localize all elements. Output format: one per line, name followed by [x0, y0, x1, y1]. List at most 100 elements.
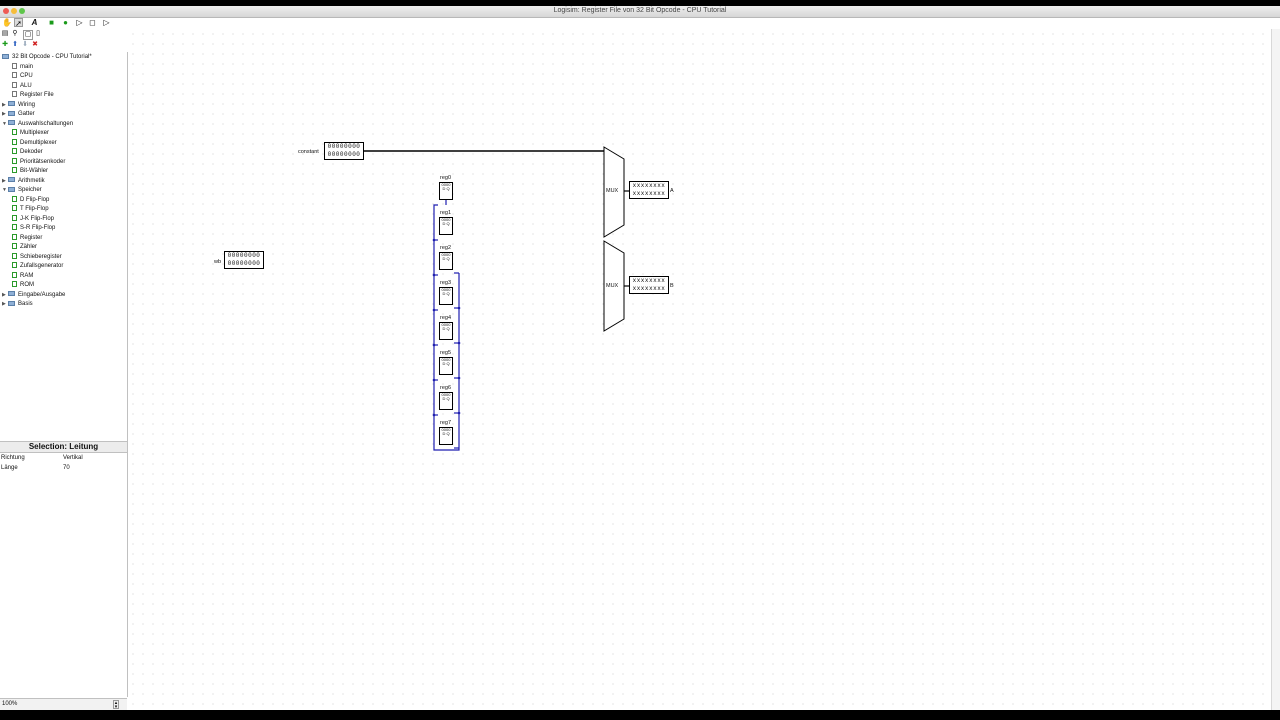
explorer-tree-icon[interactable]: ⚲ [11, 30, 19, 38]
register-component[interactable]: 0000 D Q [439, 287, 453, 305]
tree-item[interactable]: ROM [12, 281, 34, 290]
wb-label: wb [214, 259, 222, 265]
poke-hand-icon[interactable]: ✋ [2, 18, 12, 27]
canvas-vertical-scrollbar[interactable] [1271, 29, 1280, 710]
register-component[interactable]: 0000 D Q [439, 357, 453, 375]
tree-item[interactable]: ▶ Basis [2, 300, 33, 309]
output-a-pin[interactable]: xxxxxxxx xxxxxxxx [629, 181, 669, 199]
component-icon [12, 243, 17, 250]
window-title: Logisim: Register File von 32 Bit Opcode… [553, 7, 727, 14]
component-icon [12, 129, 17, 136]
tree-item[interactable]: ▶ Arithmetik [2, 177, 45, 186]
tree-item[interactable]: ▼ Speicher [2, 186, 42, 195]
component-icon [12, 224, 17, 231]
tree-item-label: Auswahlschaltungen [18, 120, 74, 127]
tree-item-label: J-K Flip-Flop [20, 215, 55, 222]
constant-pin-bits-low: 00000000 [327, 151, 361, 158]
tree-item-label: Dekoder [20, 149, 43, 155]
constant-pin[interactable]: 00000000 00000000 [324, 142, 364, 160]
input-pin-icon[interactable]: ■ [47, 18, 56, 27]
text-tool-icon[interactable]: A [30, 18, 39, 27]
register-component[interactable]: 0000 D Q [439, 427, 453, 445]
register-label: reg4 [440, 315, 452, 321]
circuit-canvas[interactable]: constant 00000000 00000000 wb 00000000 0… [128, 29, 1280, 710]
register-component[interactable]: 0000 D Q [439, 252, 453, 270]
tree-item[interactable]: S-R Flip-Flop [12, 224, 55, 233]
wb-pin[interactable]: 00000000 00000000 [224, 251, 264, 269]
tree-item[interactable]: ▶ Wiring [2, 101, 35, 110]
tree-item[interactable]: Register File [12, 91, 54, 100]
tree-item[interactable]: ▶ Eingabe/Ausgabe [2, 291, 65, 300]
property-row-direction[interactable]: Richtung Vertikal [0, 454, 127, 463]
mux-b-label: MUX [606, 283, 619, 289]
tree-item[interactable]: CPU [12, 72, 33, 81]
tree-item[interactable]: RAM [12, 271, 33, 281]
tree-item[interactable]: D Flip-Flop [12, 195, 50, 205]
property-row-length[interactable]: Länge 70 [0, 464, 127, 473]
register-component[interactable]: 0000 D Q [439, 392, 453, 410]
tree-item[interactable]: ▶ Gatter [2, 110, 35, 119]
tree-item[interactable]: T Flip-Flop [12, 205, 49, 214]
constant-pin-bits-high: 00000000 [327, 143, 361, 150]
tree-item-label: D Flip-Flop [20, 196, 50, 203]
tree-item[interactable]: Zufallsgenerator [12, 262, 63, 271]
tree-item[interactable]: ALU [12, 81, 32, 91]
select-arrow-icon[interactable]: ➚ [14, 18, 23, 28]
tree-item[interactable]: Prioritätsenkoder [12, 157, 65, 167]
output-b-bits-low: xxxxxxxx [632, 285, 666, 292]
tree-item-label: Schieberegister [20, 253, 62, 260]
tree-item[interactable]: Schieberegister [12, 252, 62, 262]
appearance-icon[interactable]: ▯ [34, 30, 42, 38]
register-component[interactable]: 0000 D Q [439, 182, 453, 200]
output-b-label: B [670, 283, 674, 289]
output-a-bits-low: xxxxxxxx [632, 190, 666, 197]
circuit-icon [12, 62, 17, 69]
tree-item[interactable]: Demultiplexer [12, 138, 57, 148]
and-gate-icon[interactable]: ◻ [88, 18, 97, 27]
output-pin-icon[interactable]: ● [61, 18, 70, 27]
properties-header: Selection: Leitung [0, 442, 127, 453]
move-up-icon[interactable]: ⬆ [11, 41, 19, 49]
or-gate-icon[interactable]: ▷ [102, 18, 111, 27]
output-a-bits-high: xxxxxxxx [632, 182, 666, 189]
tree-item[interactable]: Zähler [12, 243, 37, 252]
tree-item-label: Register [20, 234, 43, 241]
tree-item-label: Eingabe/Ausgabe [18, 291, 66, 298]
output-b-pin[interactable]: xxxxxxxx xxxxxxxx [629, 276, 669, 294]
tree-item-label: Zufallsgenerator [20, 263, 64, 269]
tree-item[interactable]: J-K Flip-Flop [12, 214, 55, 224]
register-pins-icon: D Q [442, 221, 450, 227]
register-label: reg5 [440, 350, 452, 356]
not-gate-icon[interactable]: ▷ [75, 18, 84, 27]
component-icon [12, 262, 17, 269]
register-label: reg7 [440, 420, 452, 426]
tree-item[interactable]: Register [12, 233, 43, 243]
circuit-layout-icon[interactable]: ▢ [23, 30, 33, 40]
tree-item[interactable]: Multiplexer [12, 129, 49, 138]
tree-item-label: S-R Flip-Flop [20, 225, 56, 231]
delete-circuit-icon[interactable]: ✖ [31, 41, 39, 49]
circuit-icon [12, 72, 17, 79]
output-b-bits-high: xxxxxxxx [632, 277, 666, 284]
constant-label: constant [298, 149, 319, 155]
tree-item[interactable]: ▼ Auswahlschaltungen [2, 120, 73, 129]
tree-item-label: Wiring [18, 101, 36, 108]
register-component[interactable]: 0000 D Q [439, 322, 453, 340]
folder-icon [2, 53, 9, 59]
output-a-label: A [670, 188, 674, 194]
property-value[interactable]: 70 [63, 464, 70, 473]
zoom-stepper[interactable]: ▴ ▾ [113, 700, 119, 710]
explorer-toolbox-icon[interactable]: ▤ [1, 30, 9, 38]
explorer-tree: 32 Bit Opcode - CPU Tutorial* main CPU ALU R… [0, 52, 128, 442]
add-circuit-icon[interactable]: ✚ [1, 41, 9, 49]
register-label: reg3 [440, 280, 452, 286]
tree-item[interactable]: Bit-Wähler [12, 167, 48, 176]
register-pins-icon: D Q [442, 396, 450, 402]
tree-item[interactable]: main [12, 62, 33, 72]
move-down-icon[interactable]: ⬇ [21, 41, 29, 49]
tree-item[interactable]: 32 Bit Opcode - CPU Tutorial* [2, 53, 92, 62]
register-label: reg2 [440, 245, 452, 251]
register-component[interactable]: 0000 D Q [439, 217, 453, 235]
tree-item[interactable]: Dekoder [12, 148, 43, 157]
property-value[interactable]: Vertikal [63, 454, 83, 463]
